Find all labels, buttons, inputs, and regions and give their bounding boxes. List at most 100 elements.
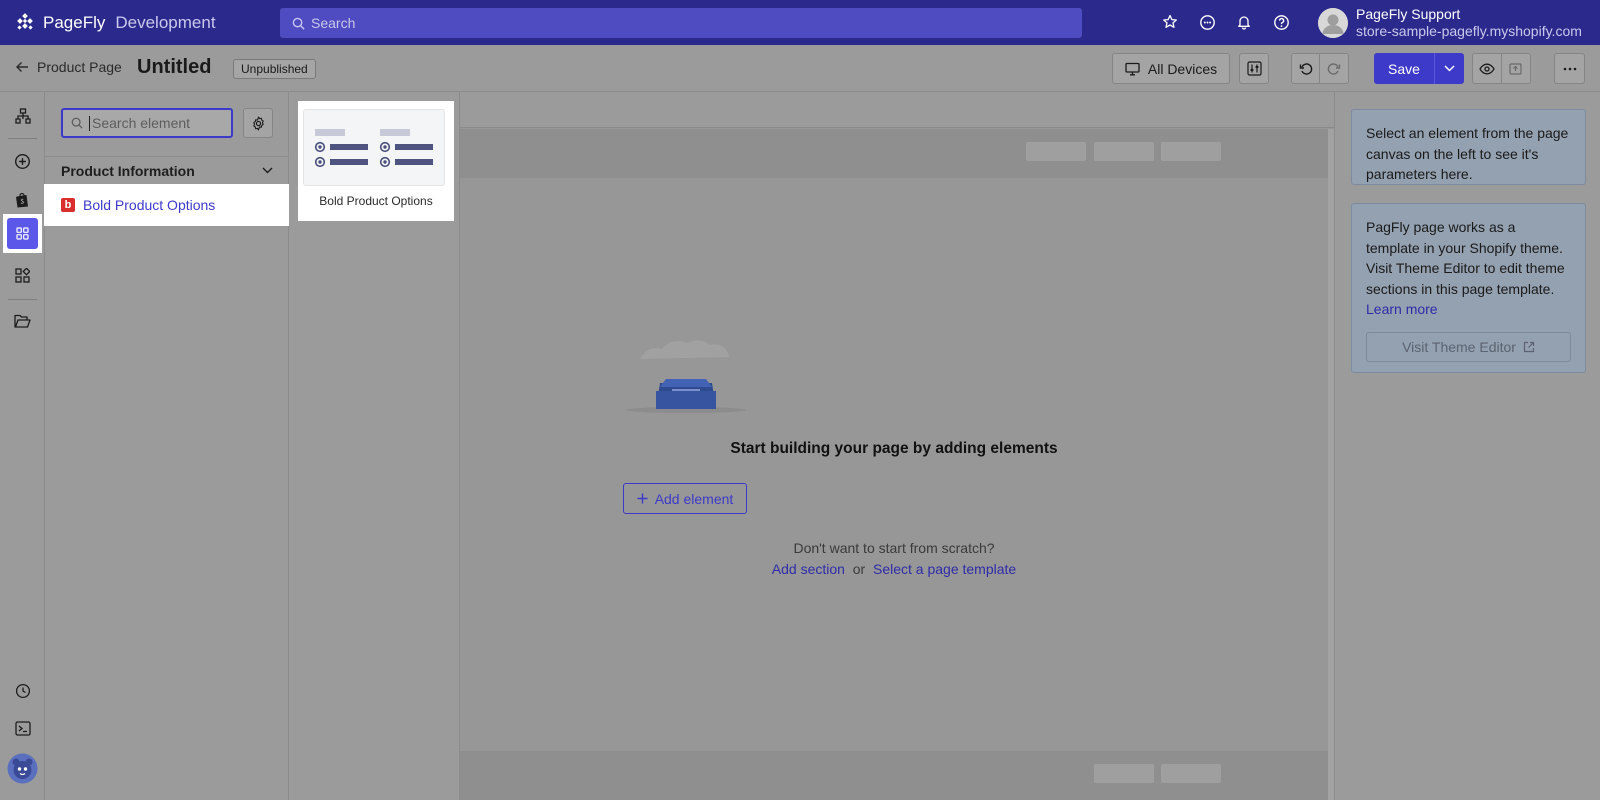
top-bar: PageFly Development Search PageFly Suppo… [0, 0, 1600, 45]
redo-icon [1327, 62, 1341, 75]
store-url: store-sample-pagefly.myshopify.com [1356, 23, 1582, 39]
selection-hint-box: Select an element from the page canvas o… [1351, 109, 1586, 185]
user-menu[interactable]: PageFly Support store-sample-pagefly.mys… [1318, 6, 1582, 39]
search-icon [71, 117, 83, 129]
panel-settings-button[interactable] [243, 108, 273, 138]
folder-open-icon [14, 314, 31, 328]
visit-theme-editor-button[interactable]: Visit Theme Editor [1366, 331, 1571, 362]
element-preview-label: Bold Product Options [319, 194, 433, 208]
status-badge: Unpublished [233, 59, 316, 79]
more-options-button[interactable] [1554, 53, 1585, 84]
bold-app-icon: b [61, 198, 75, 212]
rail-library-button[interactable] [7, 306, 38, 337]
pagefly-logo-icon [17, 12, 33, 30]
learn-more-link[interactable]: Learn more [1366, 299, 1571, 320]
preview-button[interactable] [1473, 54, 1502, 83]
top-icons [1160, 12, 1291, 32]
save-button[interactable]: Save [1374, 53, 1464, 84]
plus-circle-icon [15, 154, 30, 169]
chevron-down-icon [1444, 65, 1455, 72]
save-options-toggle[interactable] [1435, 65, 1464, 72]
shopify-bag-icon [16, 192, 28, 207]
element-search-input[interactable]: Search element [61, 108, 233, 138]
element-search-placeholder: Search element [92, 115, 191, 131]
canvas-footer-placeholder [460, 751, 1328, 800]
desktop-icon [1125, 62, 1140, 75]
mascot-icon [7, 753, 38, 784]
or-text: or [852, 561, 866, 577]
back-label: Product Page [37, 59, 122, 75]
page-canvas[interactable]: Start building your page by adding eleme… [460, 92, 1334, 800]
back-button[interactable]: Product Page [15, 59, 122, 75]
element-item-bold-product-options[interactable]: b Bold Product Options [44, 184, 290, 226]
page-settings-button[interactable] [1239, 53, 1269, 84]
select-template-link[interactable]: Select a page template [873, 561, 1016, 577]
add-element-label: Add element [654, 490, 734, 507]
rail-history-button[interactable] [7, 675, 38, 706]
section-product-information[interactable]: Product Information [45, 156, 289, 184]
bell-icon[interactable] [1234, 12, 1254, 32]
element-item-label: Bold Product Options [83, 197, 216, 213]
elements-panel: Search element Product Information b Bol… [44, 92, 290, 800]
rail-add-button[interactable] [7, 146, 38, 177]
environment-label: Development [115, 12, 216, 32]
publish-button[interactable] [1502, 62, 1530, 75]
add-section-link[interactable]: Add section [772, 561, 845, 577]
inspector-panel: Select an element from the page canvas o… [1334, 92, 1600, 800]
publish-icon [1509, 63, 1522, 75]
grid-icon [16, 227, 29, 240]
empty-state-title: Start building your page by adding eleme… [730, 440, 1058, 457]
canvas-header-placeholder [460, 129, 1328, 178]
more-icon [1563, 67, 1576, 70]
element-preview-card[interactable]: Bold Product Options [298, 101, 454, 221]
brand-name: PageFly [43, 12, 106, 32]
search-placeholder: Search [311, 15, 356, 31]
brand[interactable]: PageFly Development [15, 13, 277, 33]
start-options: Add section or Select a page template [460, 561, 1328, 577]
theme-info-box: PagFly page works as a template in your … [1351, 203, 1586, 373]
undo-icon [1299, 62, 1312, 75]
devices-label: All Devices [1147, 60, 1218, 77]
rail-apps-button[interactable] [7, 260, 38, 291]
rail-shopify-button[interactable] [7, 184, 38, 215]
device-selector-button[interactable]: All Devices [1112, 53, 1230, 84]
theme-info-text: PagFly page works as a template in your … [1366, 219, 1565, 297]
empty-box-illustration [626, 340, 746, 413]
global-search-input[interactable]: Search [280, 8, 1082, 38]
editor-toolbar: Product Page Untitled Unpublished All De… [0, 45, 1600, 92]
preview-group [1472, 53, 1531, 84]
plus-icon [637, 493, 648, 504]
eye-icon [1479, 63, 1495, 74]
scratch-text: Don't want to start from scratch? [793, 540, 995, 556]
terminal-icon [14, 721, 31, 736]
rail-layers-button[interactable] [7, 100, 38, 131]
save-label: Save [1388, 60, 1420, 77]
sliders-icon [1246, 61, 1262, 76]
theme-editor-label: Visit Theme Editor [1402, 338, 1516, 355]
redo-button[interactable] [1320, 62, 1348, 76]
chat-icon[interactable] [1197, 12, 1217, 32]
rail-mascot-button[interactable] [7, 753, 38, 784]
sitemap-icon [14, 107, 31, 124]
rail-code-button[interactable] [7, 713, 38, 744]
page-title[interactable]: Untitled [137, 56, 211, 79]
section-title: Product Information [61, 162, 195, 179]
selection-hint-text: Select an element from the page canvas o… [1366, 125, 1569, 183]
search-icon [292, 17, 305, 30]
left-rail [0, 92, 45, 800]
star-icon[interactable] [1160, 12, 1180, 32]
add-element-button[interactable]: Add element [623, 483, 747, 514]
apps-icon [15, 268, 30, 283]
avatar [1318, 7, 1348, 38]
gear-icon [252, 116, 264, 130]
help-icon[interactable] [1271, 12, 1291, 32]
canvas-top-strip [460, 92, 1334, 128]
external-link-icon [1523, 341, 1535, 353]
element-preview-thumbnail [303, 109, 445, 186]
user-name: PageFly Support [1356, 6, 1461, 22]
arrow-left-icon [16, 62, 28, 72]
history-group [1291, 53, 1349, 84]
rail-elements-button[interactable] [3, 214, 42, 253]
undo-button[interactable] [1292, 54, 1321, 83]
chevron-down-icon [262, 167, 273, 174]
